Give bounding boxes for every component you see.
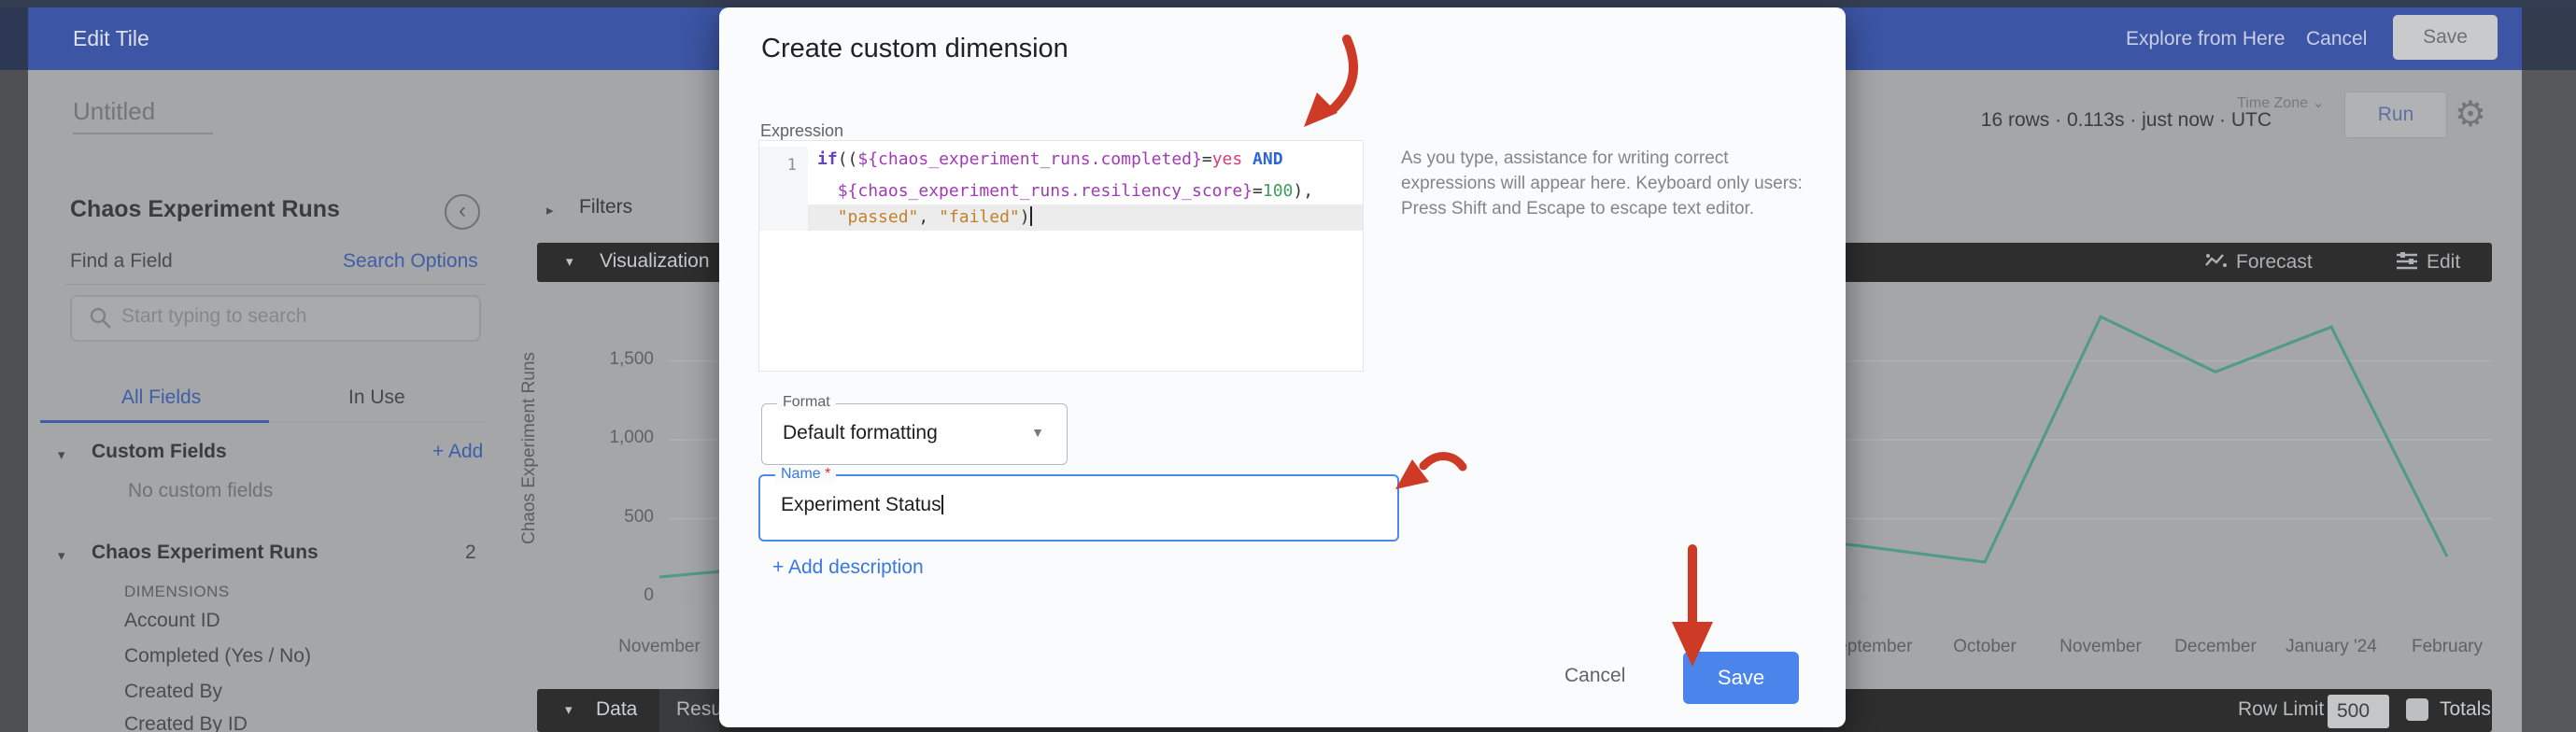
format-value: Default formatting [783,422,938,444]
expression-code-line: "passed", "failed") [759,204,1363,231]
required-asterisk: * [825,466,830,482]
cancel-button-modal[interactable]: Cancel [1564,665,1625,687]
expression-code-line: ${chaos_experiment_runs.resiliency_score… [759,178,1363,204]
series-line-left-segment [659,571,719,577]
expression-label: Expression [760,121,843,141]
format-select[interactable]: Format Default formatting ▼ [761,403,1068,465]
format-label: Format [777,394,836,411]
name-field[interactable]: Name * Experiment Status [758,474,1399,542]
name-value: Experiment Status [781,494,943,516]
add-description-link[interactable]: + Add description [772,556,924,579]
chevron-down-icon: ▼ [1031,425,1044,440]
create-custom-dimension-modal: Create custom dimension Expression 1if((… [719,7,1846,727]
expression-editor[interactable]: 1if((${chaos_experiment_runs.completed}=… [758,140,1364,372]
name-label: Name * [775,466,836,483]
save-button-modal[interactable]: Save [1683,652,1799,704]
modal-title: Create custom dimension [761,34,1069,64]
expression-code-line: 1if((${chaos_experiment_runs.completed}=… [759,141,1363,178]
edit-tile-window: Edit Tile Explore from Here Cancel Save … [0,0,2576,732]
text-cursor [941,495,943,514]
expression-help-text: As you type, assistance for writing corr… [1401,146,1812,221]
